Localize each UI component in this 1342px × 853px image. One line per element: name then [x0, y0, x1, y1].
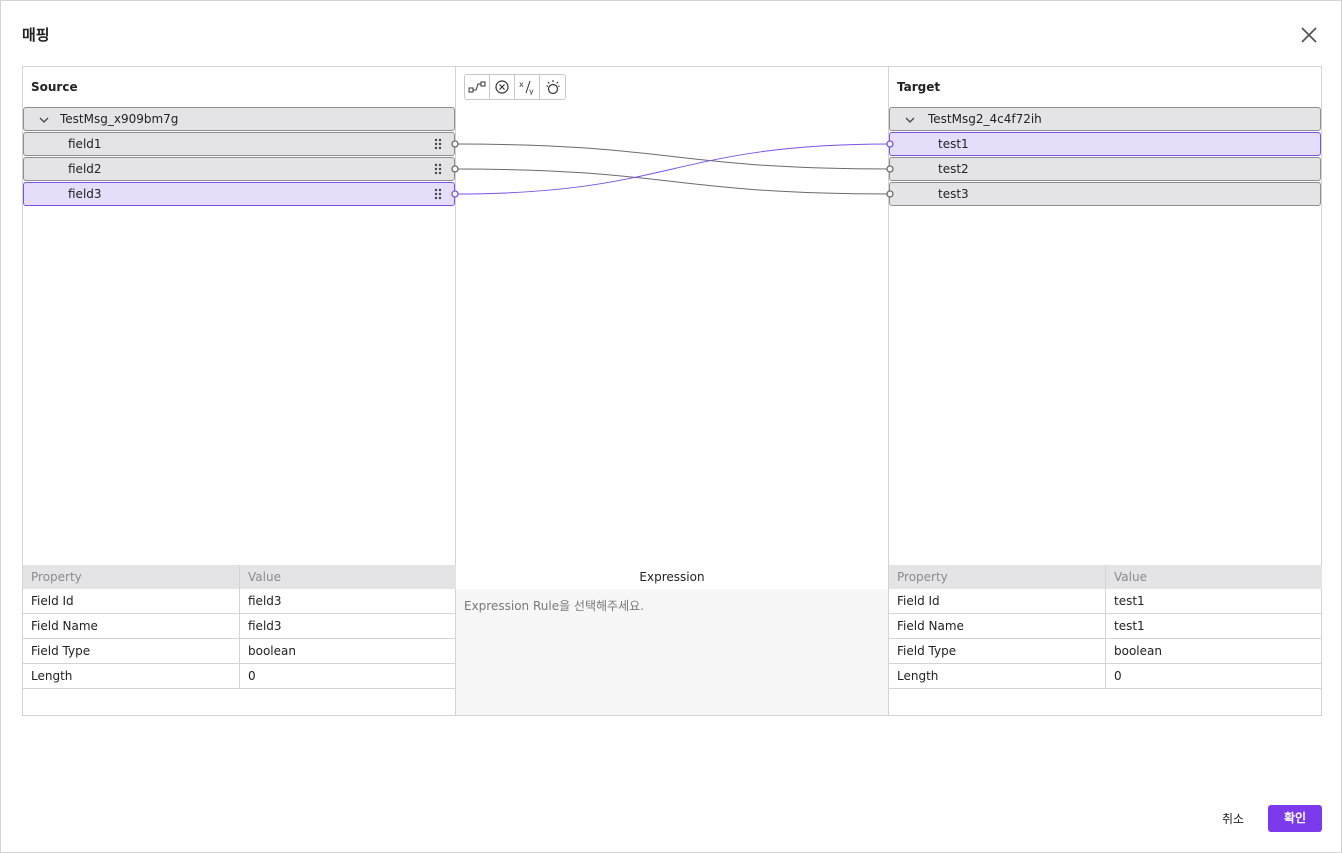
drag-handle-icon[interactable] [434, 188, 442, 200]
mapping-workspace: Source TestMsg_x909bm7g field1 field2 fi… [22, 66, 1322, 716]
dialog-title: 매핑 [22, 26, 50, 44]
target-field-label: test2 [938, 162, 969, 176]
target-field-row[interactable]: test1 [889, 132, 1321, 156]
source-field-row[interactable]: field2 [23, 157, 455, 181]
target-property-header: Property Value [889, 565, 1322, 589]
property-name: Field Name [31, 619, 98, 633]
value-column-header: Value [248, 570, 281, 584]
expression-header: Expression [456, 565, 888, 589]
target-root-node[interactable]: TestMsg2_4c4f72ih [889, 107, 1321, 131]
table-row: Length 0 [889, 664, 1322, 689]
source-field-row[interactable]: field1 [23, 132, 455, 156]
target-header: Target [897, 80, 941, 94]
svg-text:y: y [529, 87, 534, 95]
chevron-down-icon[interactable] [38, 114, 50, 126]
property-value: 0 [1114, 669, 1122, 683]
source-field-label: field1 [68, 137, 102, 151]
table-row: Field Name field3 [23, 614, 456, 639]
target-field-row[interactable]: test2 [889, 157, 1321, 181]
divide-icon: xy [519, 80, 534, 95]
cancel-button[interactable]: 취소 [1210, 806, 1256, 832]
table-row: Field Name test1 [889, 614, 1322, 639]
property-name: Field Id [31, 594, 74, 608]
drag-handle-icon[interactable] [434, 138, 442, 150]
property-name: Field Type [897, 644, 957, 658]
clear-icon [495, 80, 509, 94]
mapping-dialog: 매핑 Source TestMsg_x909bm7g field1 field2… [0, 0, 1342, 853]
source-property-header: Property Value [23, 565, 456, 589]
expression-editor[interactable]: Expression Rule을 선택해주세요. [456, 589, 888, 715]
property-value: field3 [248, 594, 282, 608]
function-button[interactable]: xy [515, 75, 540, 99]
source-field-label: field2 [68, 162, 102, 176]
table-row: Field Id test1 [889, 589, 1322, 614]
expression-placeholder: Expression Rule을 선택해주세요. [464, 599, 644, 613]
target-field-label: test3 [938, 187, 969, 201]
source-panel: Source TestMsg_x909bm7g field1 field2 fi… [23, 67, 456, 715]
table-row: Field Type boolean [23, 639, 456, 664]
svg-text:x: x [519, 80, 524, 89]
value-column-header: Value [1114, 570, 1147, 584]
auto-connect-button[interactable] [465, 75, 490, 99]
close-icon [1301, 27, 1317, 43]
property-value: boolean [1114, 644, 1162, 658]
target-field-label: test1 [938, 137, 969, 151]
property-value: boolean [248, 644, 296, 658]
source-root-node[interactable]: TestMsg_x909bm7g [23, 107, 455, 131]
property-value: field3 [248, 619, 282, 633]
bulb-icon [545, 80, 560, 95]
target-root-label: TestMsg2_4c4f72ih [928, 112, 1042, 126]
property-name: Field Id [897, 594, 940, 608]
source-root-label: TestMsg_x909bm7g [60, 112, 179, 126]
table-row: Field Id field3 [23, 589, 456, 614]
target-field-row[interactable]: test3 [889, 182, 1321, 206]
source-header: Source [31, 80, 78, 94]
property-name: Length [31, 669, 73, 683]
table-row: Length 0 [23, 664, 456, 689]
suggest-button[interactable] [540, 75, 565, 99]
source-field-label: field3 [68, 187, 102, 201]
property-value: 0 [248, 669, 256, 683]
connect-icon [468, 81, 486, 93]
close-button[interactable] [1297, 23, 1321, 47]
target-panel: Target TestMsg2_4c4f72ih test1 test2 tes… [889, 67, 1322, 715]
property-name: Field Type [31, 644, 91, 658]
mapping-panel: xy Expression Expression Rule을 선택해주세요. [456, 67, 889, 715]
property-column-header: Property [31, 570, 82, 584]
chevron-down-icon[interactable] [904, 114, 916, 126]
property-value: test1 [1114, 619, 1145, 633]
mapping-toolbar: xy [464, 74, 566, 100]
property-name: Field Name [897, 619, 964, 633]
property-name: Length [897, 669, 939, 683]
property-column-header: Property [897, 570, 948, 584]
confirm-button[interactable]: 확인 [1268, 805, 1322, 832]
source-field-row[interactable]: field3 [23, 182, 455, 206]
table-row: Field Type boolean [889, 639, 1322, 664]
property-value: test1 [1114, 594, 1145, 608]
drag-handle-icon[interactable] [434, 163, 442, 175]
clear-mapping-button[interactable] [490, 75, 515, 99]
